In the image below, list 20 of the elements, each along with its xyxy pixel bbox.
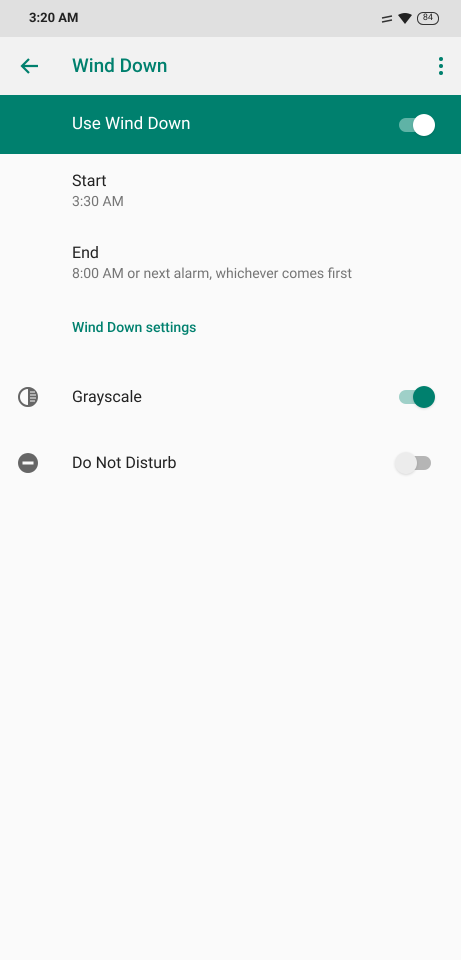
signal-icon <box>380 14 393 24</box>
status-time: 3:20 AM <box>29 10 78 28</box>
settings-link[interactable]: Wind Down settings <box>0 318 461 342</box>
do-not-disturb-icon <box>17 452 39 474</box>
toggle-label: Do Not Disturb <box>72 452 178 474</box>
schedule-item[interactable]: End 8:00 AM or next alarm, whichever comes first <box>0 242 461 314</box>
toggle-label: Grayscale <box>72 386 143 408</box>
battery-level: 84 <box>416 12 439 25</box>
item-summary: 3:30 AM <box>72 193 125 212</box>
item-title: End <box>72 242 100 264</box>
contrast-icon <box>17 386 39 408</box>
app-bar-title: Wind Down <box>72 52 168 79</box>
more-options-button[interactable] <box>437 56 445 76</box>
back-arrow-icon <box>19 57 39 75</box>
more-icon <box>439 57 443 75</box>
item-summary: 8:00 AM or next alarm, whichever comes first <box>72 265 353 284</box>
master-switch-label: Use Wind Down <box>72 112 192 136</box>
item-title: Start <box>72 170 108 192</box>
wifi-icon <box>398 13 412 24</box>
schedule-item[interactable]: Start 3:30 AM <box>0 170 461 242</box>
